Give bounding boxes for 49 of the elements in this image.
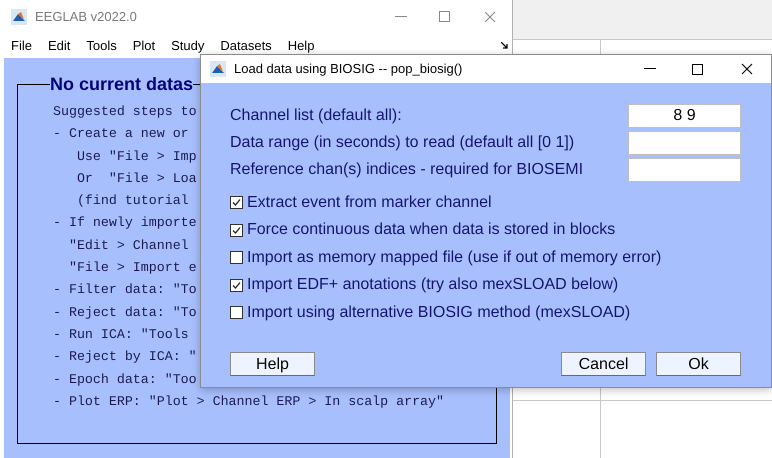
instruction-line: - Plot ERP: "Plot > Channel ERP > In scalp array" (53, 392, 444, 411)
menu-item[interactable]: File (11, 36, 32, 56)
option-label: Force continuous data when data is stored in blocks (247, 220, 616, 240)
menu-item[interactable]: Datasets (220, 36, 272, 56)
dialog-button[interactable]: Ok (656, 352, 741, 376)
instruction-line: "Edit > Channel (68, 236, 189, 255)
instruction-line: - If newly importe (53, 214, 197, 232)
checkbox[interactable] (230, 251, 243, 264)
instruction-line: Suggested steps to (53, 103, 197, 121)
instruction-line: Or "File > Loa (76, 170, 197, 188)
checkbox[interactable] (230, 278, 243, 292)
input-field[interactable]: 8 9 (628, 104, 741, 128)
window-title: EEGLAB v2022.0 (35, 8, 137, 26)
checkbox[interactable] (230, 196, 243, 210)
instruction-line: - Reject by ICA: " (53, 348, 197, 366)
input-field[interactable] (628, 158, 741, 182)
app-logo-icon (210, 61, 226, 77)
menu-item[interactable]: Edit (48, 36, 70, 56)
app-logo-icon (11, 8, 27, 24)
close-icon[interactable] (741, 63, 753, 75)
dialog-button[interactable]: Cancel (561, 352, 646, 376)
option-label: Import as memory mapped file (use if out of memory error) (247, 248, 662, 268)
instruction-line: - Epoch data: "Too (53, 370, 197, 389)
instruction-line: - Run ICA: "Tools (53, 326, 189, 344)
instruction-line: - Create a new or (53, 125, 189, 144)
dialog-title: Load data using BIOSIG -- pop_biosig() (234, 60, 462, 78)
instruction-line: - Reject data: "To (53, 304, 197, 322)
field-label: Channel list (default all): (230, 106, 402, 126)
option-label: Import using alternative BIOSIG method (mexSLOAD) (247, 302, 630, 323)
menu-item[interactable]: Tools (86, 36, 117, 56)
menu-item[interactable]: Plot (132, 36, 156, 56)
menu-item[interactable]: Help (288, 36, 314, 56)
resize-arrow-icon[interactable] (501, 42, 508, 49)
field-label: Data range (in seconds) to read (default all [0 1]) (230, 133, 574, 153)
instruction-line: "File > Import e (68, 259, 197, 278)
checkbox[interactable] (230, 306, 243, 320)
minimize-icon[interactable] (644, 68, 656, 70)
checkbox[interactable] (230, 224, 243, 237)
menu-item[interactable]: Study (171, 36, 204, 56)
instruction-line: Use "File > Imp (76, 148, 197, 166)
field-label: Reference chan(s) indices - required for BIOSEMI (230, 160, 584, 180)
instruction-line: - Filter data: "To (53, 281, 197, 300)
option-label: Import EDF+ anotations (try also mexSLOAD below) (247, 275, 618, 296)
panel-heading: No current datas (50, 73, 194, 96)
instruction-line: (find tutorial (76, 192, 189, 210)
dialog-button[interactable]: Help (230, 352, 315, 376)
maximize-icon[interactable] (692, 64, 703, 74)
input-field[interactable] (628, 131, 741, 155)
option-label: Extract event from marker channel (247, 192, 492, 213)
